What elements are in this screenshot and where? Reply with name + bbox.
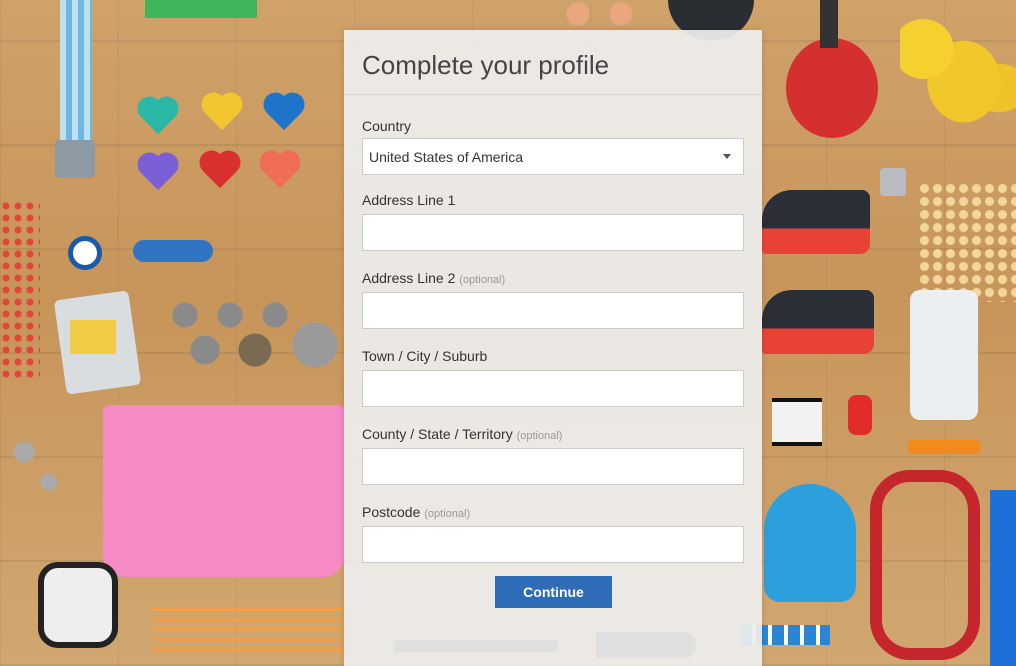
butter-block bbox=[70, 320, 116, 354]
paddle-handle bbox=[820, 0, 838, 48]
bananas bbox=[900, 10, 1016, 140]
optional-marker: (optional) bbox=[424, 508, 471, 520]
address-line-1-input[interactable] bbox=[362, 214, 744, 251]
optional-marker: (optional) bbox=[459, 274, 506, 286]
running-shoe-top bbox=[762, 190, 870, 254]
blue-heart-bowl bbox=[262, 94, 306, 134]
round-tin bbox=[68, 236, 102, 270]
blue-shirt bbox=[990, 490, 1016, 666]
bike-light bbox=[848, 395, 872, 435]
address-line-2-label: Address Line 2 (optional) bbox=[362, 270, 506, 286]
address-line-2-input[interactable] bbox=[362, 292, 744, 329]
address-line-1-label: Address Line 1 bbox=[362, 192, 456, 208]
postcode-label: Postcode (optional) bbox=[362, 504, 471, 520]
purple-heart-bowl bbox=[136, 154, 180, 194]
red-heart-bowl bbox=[198, 152, 242, 192]
cycling-glove bbox=[38, 562, 118, 648]
bike-gears bbox=[170, 300, 345, 370]
pink-shorts bbox=[103, 405, 345, 577]
green-tape bbox=[145, 0, 257, 18]
white-sock bbox=[910, 290, 978, 420]
country-select[interactable]: United States of America bbox=[362, 138, 744, 175]
title-divider bbox=[344, 94, 762, 95]
continue-button[interactable]: Continue bbox=[495, 576, 612, 608]
eggs bbox=[566, 2, 636, 26]
red-bike-lock bbox=[870, 470, 980, 660]
county-state-territory-input[interactable] bbox=[362, 448, 744, 485]
chevron-down-icon bbox=[723, 154, 731, 159]
wristband bbox=[772, 398, 822, 446]
popcorn bbox=[918, 182, 1016, 302]
padlock bbox=[880, 168, 906, 196]
coral-heart-bowl bbox=[258, 152, 302, 192]
medal-ribbon bbox=[60, 0, 92, 140]
postcode-input[interactable] bbox=[362, 526, 744, 563]
orange-reflector bbox=[908, 440, 980, 454]
swim-goggles bbox=[133, 240, 213, 262]
country-selected-value: United States of America bbox=[369, 148, 524, 165]
blue-cap bbox=[764, 484, 856, 602]
country-label: Country bbox=[362, 118, 412, 134]
colored-sticks bbox=[152, 608, 344, 658]
profile-form-panel: Complete your profile Country United Sta… bbox=[344, 30, 762, 666]
running-shoe-bottom bbox=[762, 290, 874, 354]
town-city-suburb-label: Town / City / Suburb bbox=[362, 348, 488, 364]
buttons-pile bbox=[0, 200, 40, 380]
yellow-heart-bowl bbox=[200, 94, 244, 134]
optional-marker: (optional) bbox=[516, 430, 563, 442]
page-title: Complete your profile bbox=[362, 50, 610, 80]
town-city-suburb-input[interactable] bbox=[362, 370, 744, 407]
medal bbox=[55, 140, 95, 178]
measuring-spoons bbox=[4, 432, 74, 502]
county-state-territory-label: County / State / Territory (optional) bbox=[362, 426, 563, 442]
teal-heart-bowl bbox=[136, 98, 180, 138]
ping-pong-paddle-red bbox=[786, 38, 878, 138]
